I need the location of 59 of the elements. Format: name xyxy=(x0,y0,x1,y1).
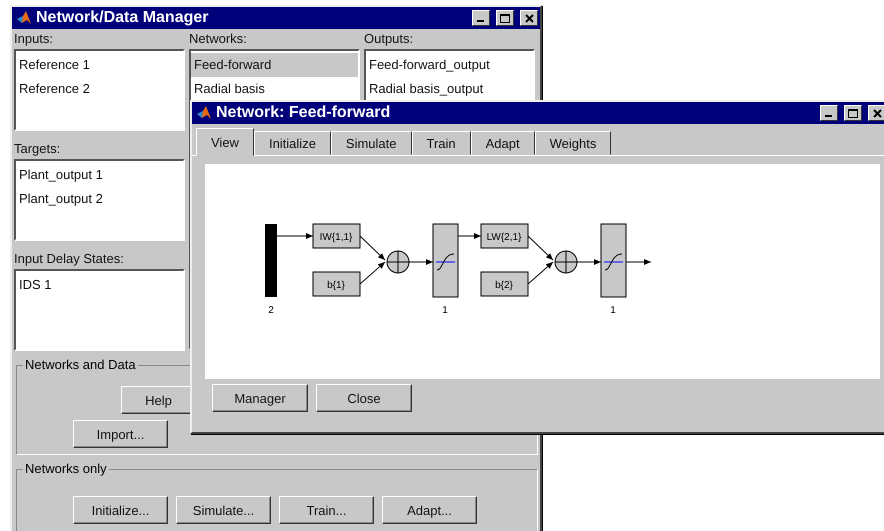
list-box[interactable]: Reference 1 Reference 2 xyxy=(14,49,185,131)
output-arrow xyxy=(626,259,652,265)
close-button[interactable] xyxy=(868,105,884,121)
list-box[interactable]: IDS 1 xyxy=(14,269,185,351)
weight-block xyxy=(312,224,360,248)
layer-size-label: 1 xyxy=(610,305,616,316)
list-label: Input Delay States: xyxy=(14,250,125,268)
maximize-button[interactable] xyxy=(844,105,862,121)
connector-line xyxy=(360,236,386,260)
list-label: Inputs: xyxy=(14,30,54,48)
maximize-button[interactable] xyxy=(496,10,514,26)
list-label: Networks: xyxy=(189,30,248,48)
action-button[interactable]: Simulate... xyxy=(176,496,271,524)
weight-block xyxy=(480,224,528,248)
bias-label: b{1} xyxy=(327,280,345,291)
list-item[interactable]: Feed-forward xyxy=(191,53,358,77)
connector-line xyxy=(528,236,554,260)
sum-icon xyxy=(554,250,578,274)
action-button[interactable]: Adapt... xyxy=(382,496,477,524)
connector-line xyxy=(576,259,602,265)
weight-label: LW{2,1} xyxy=(486,232,522,243)
action-button[interactable]: Train... xyxy=(279,496,374,524)
logo-icon xyxy=(196,105,212,121)
connector-line xyxy=(458,233,482,239)
weight-label: IW{1,1} xyxy=(320,232,352,243)
tab[interactable]: Initialize xyxy=(254,131,331,155)
minimize-button[interactable] xyxy=(472,10,490,26)
bias-block xyxy=(480,272,528,296)
group-label: Networks only xyxy=(23,461,109,478)
tab[interactable]: Weights xyxy=(534,131,612,155)
window-title: Network/Data Manager xyxy=(36,9,210,27)
layer-size-label: 1 xyxy=(442,305,448,316)
window-title: Network: Feed-forward xyxy=(216,104,392,122)
import-button[interactable]: Import... xyxy=(73,420,168,448)
dialog-button[interactable]: Close xyxy=(316,384,412,412)
sum-icon xyxy=(386,250,410,274)
tab[interactable]: Train xyxy=(412,131,471,155)
maximize-icon xyxy=(848,108,858,118)
connector-line xyxy=(528,262,554,284)
list-label: Targets: xyxy=(14,140,62,158)
logo-icon xyxy=(16,10,32,26)
tab[interactable]: Simulate xyxy=(330,131,412,155)
bias-block xyxy=(312,272,360,296)
list-box[interactable]: Plant_output 1 Plant_output 2 xyxy=(14,159,185,241)
tab[interactable]: Adapt xyxy=(470,131,535,155)
list-label: Outputs: xyxy=(364,30,414,48)
close-button[interactable] xyxy=(520,10,538,26)
dialog-button[interactable]: Manager xyxy=(212,384,308,412)
close-icon xyxy=(872,108,882,118)
bias-label: b{2} xyxy=(495,280,513,291)
input-size-label: 2 xyxy=(268,305,274,316)
connector-line xyxy=(276,233,314,239)
close-icon xyxy=(524,14,534,22)
connector-line xyxy=(360,262,386,284)
maximize-icon xyxy=(500,14,510,22)
minimize-button[interactable] xyxy=(820,105,838,121)
connector-line xyxy=(408,259,434,265)
action-button[interactable]: Initialize... xyxy=(73,496,168,524)
tab[interactable]: View xyxy=(196,128,254,156)
